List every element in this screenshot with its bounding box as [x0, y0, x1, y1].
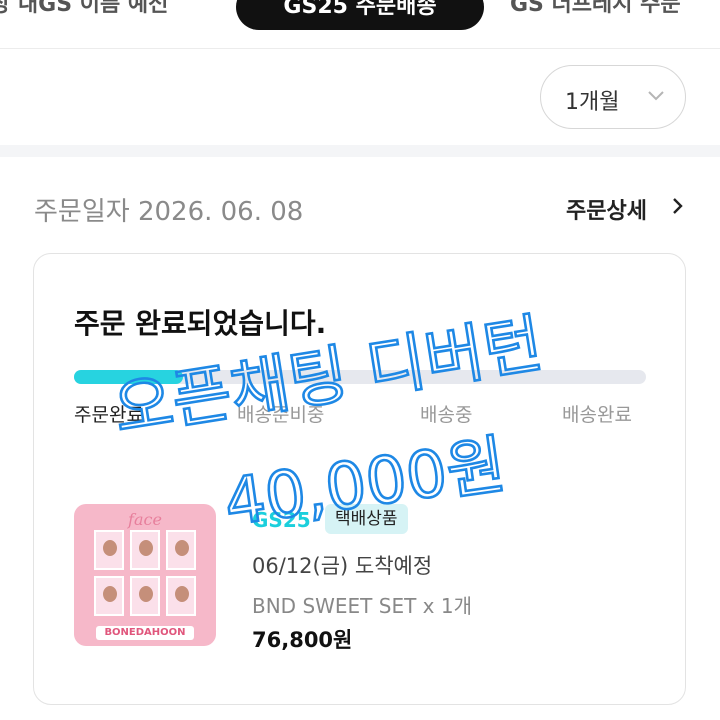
arrival-date: 06/12(금) 도착예정 [252, 554, 433, 578]
status-title: 주문 완료되었습니다. [74, 307, 327, 340]
order-status-card: 주문 완료되었습니다. 주문완료 배송준비중 배송중 배송완료 face BON… [33, 253, 686, 705]
tab-left[interactable]: 상 내GS 이름 예전 [0, 0, 168, 18]
shipping-badge: 택배상품 [325, 504, 408, 534]
progress-fill [74, 370, 183, 384]
photo-card [130, 576, 160, 616]
order-section: 주문일자 2026. 06. 08 주문상세 주문 완료되었습니다. 주문완료 … [0, 157, 720, 720]
period-value: 1개월 [565, 90, 620, 115]
thumbnail-title: face [128, 510, 162, 529]
step-delivered: 배송완료 [562, 404, 632, 426]
photo-card [166, 530, 196, 570]
photo-card [94, 530, 124, 570]
step-preparing: 배송준비중 [237, 404, 325, 426]
period-dropdown[interactable]: 1개월 [540, 65, 686, 129]
product-price: 76,800원 [252, 628, 353, 652]
photo-card [166, 576, 196, 616]
thumbnail-banner: BONEDAHOON [96, 626, 194, 640]
product-thumbnail[interactable]: face BONEDAHOON [74, 504, 216, 646]
progress-bar [74, 370, 646, 384]
chevron-down-icon [645, 84, 667, 110]
chevron-right-icon [670, 195, 686, 223]
order-date: 주문일자 2026. 06. 08 [34, 197, 304, 227]
step-order-complete: 주문완료 [74, 404, 144, 426]
top-tab-bar: 상 내GS 이름 예전 GS25 주문배송 GS 더프레시 주문 [0, 0, 720, 49]
filter-bar: 1개월 [0, 49, 720, 145]
order-detail-label: 주문상세 [566, 199, 647, 224]
photo-card [94, 576, 124, 616]
order-detail-link[interactable]: 주문상세 [566, 193, 683, 225]
product-name: BND SWEET SET x 1개 [252, 594, 472, 618]
tab-gs25-orders[interactable]: GS25 주문배송 [236, 0, 484, 30]
brand-label: GS25 [252, 508, 311, 532]
tab-right[interactable]: GS 더프레시 주문 [510, 0, 681, 18]
step-shipping: 배송중 [420, 404, 473, 426]
photo-card [130, 530, 160, 570]
